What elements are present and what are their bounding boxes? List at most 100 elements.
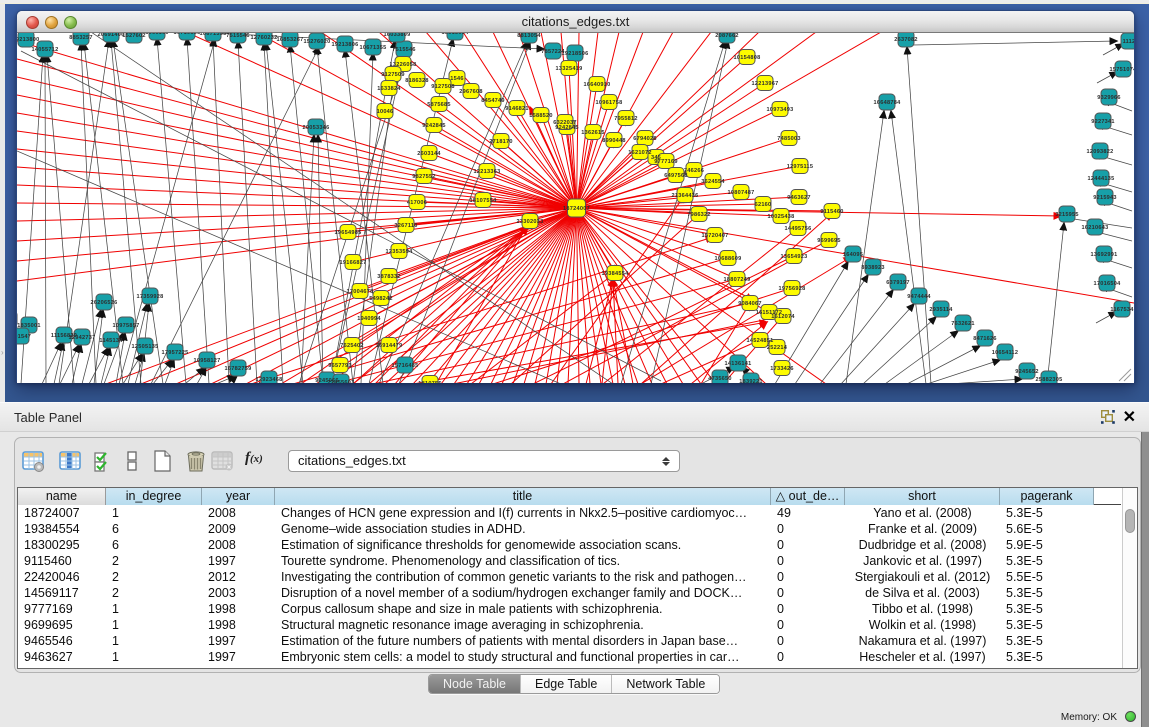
- svg-text:9127508: 9127508: [431, 84, 455, 90]
- svg-text:7515546: 7515546: [226, 33, 250, 39]
- svg-text:10975857: 10975857: [113, 323, 140, 329]
- svg-text:164095: 164095: [843, 252, 863, 258]
- svg-text:9474444: 9474444: [907, 294, 931, 300]
- svg-text:9657791: 9657791: [328, 363, 352, 369]
- svg-text:16914479: 16914479: [376, 343, 403, 349]
- svg-text:25882305: 25882305: [1036, 377, 1063, 383]
- svg-text:746266: 746266: [684, 168, 704, 174]
- svg-text:18724007: 18724007: [563, 206, 590, 212]
- svg-text:12923468: 12923468: [256, 377, 283, 383]
- svg-text:14495756: 14495756: [785, 226, 812, 232]
- svg-text:23302033: 23302033: [517, 219, 544, 225]
- svg-text:8454749: 8454749: [481, 98, 505, 104]
- svg-text:14055712: 14055712: [32, 47, 59, 53]
- svg-text:10719155: 10719155: [174, 33, 201, 36]
- svg-text:1839221: 1839221: [739, 379, 763, 383]
- svg-text:6379197: 6379197: [886, 280, 910, 286]
- svg-text:20691406: 20691406: [98, 33, 125, 38]
- svg-text:17359928: 17359928: [137, 294, 164, 300]
- svg-text:19166827: 19166827: [340, 260, 367, 266]
- svg-text:16210643: 16210643: [1082, 225, 1109, 231]
- svg-text:19213800: 19213800: [17, 37, 39, 43]
- svg-text:8471626: 8471626: [973, 336, 997, 342]
- svg-text:1633824: 1633824: [377, 86, 401, 92]
- svg-text:10961758: 10961758: [596, 100, 623, 106]
- svg-text:10025438: 10025438: [768, 214, 795, 220]
- svg-text:1546: 1546: [450, 76, 463, 82]
- svg-text:9084067: 9084067: [738, 301, 762, 307]
- svg-text:14136141: 14136141: [725, 361, 752, 367]
- svg-text:12444135: 12444135: [1088, 176, 1115, 182]
- svg-text:1612074: 1612074: [771, 314, 795, 320]
- svg-text:12505135: 12505135: [132, 344, 159, 350]
- svg-text:2637082: 2637082: [894, 37, 918, 43]
- svg-text:3878332: 3878332: [377, 274, 401, 280]
- svg-text:8853257: 8853257: [69, 35, 93, 41]
- svg-text:1167534: 1167534: [1110, 307, 1134, 313]
- svg-text:10973493: 10973493: [767, 107, 794, 113]
- svg-text:9115460: 9115460: [820, 209, 843, 215]
- svg-text:19384554: 19384554: [602, 271, 630, 277]
- svg-text:19213806: 19213806: [332, 42, 359, 48]
- svg-text:17957225: 17957225: [162, 350, 189, 356]
- svg-text:4735650: 4735650: [708, 376, 732, 382]
- svg-text:19218506: 19218506: [562, 51, 589, 57]
- svg-text:12942737: 12942737: [69, 335, 96, 341]
- svg-text:10807487: 10807487: [728, 190, 755, 196]
- svg-text:9146821: 9146821: [505, 106, 529, 112]
- svg-text:7515546: 7515546: [392, 47, 416, 53]
- svg-text:15720407: 15720407: [702, 233, 729, 239]
- svg-text:13325419: 13325419: [556, 66, 583, 72]
- svg-text:2935114: 2935114: [929, 307, 953, 313]
- svg-text:2718170: 2718170: [489, 139, 513, 145]
- svg-text:17004678: 17004678: [347, 289, 374, 295]
- svg-text:13226058: 13226058: [390, 62, 417, 68]
- svg-text:9242845: 9242845: [422, 123, 446, 129]
- svg-text:16853267: 16853267: [277, 37, 304, 43]
- svg-text:9463627: 9463627: [787, 195, 811, 201]
- svg-text:3215955: 3215955: [1055, 212, 1079, 218]
- svg-text:16640910: 16640910: [584, 82, 611, 88]
- svg-text:15276020: 15276020: [304, 39, 331, 45]
- svg-text:12353594: 12353594: [386, 249, 414, 255]
- svg-text:8938923: 8938923: [861, 265, 885, 271]
- svg-text:8966160: 8966160: [145, 33, 169, 36]
- svg-text:13654923: 13654923: [781, 254, 808, 260]
- svg-text:3267110: 3267110: [394, 223, 417, 229]
- svg-text:5875685: 5875685: [427, 102, 451, 108]
- svg-text:13692991: 13692991: [1091, 252, 1118, 258]
- svg-text:2967608: 2967608: [459, 89, 483, 95]
- svg-text:12213363: 12213363: [474, 169, 501, 175]
- svg-text:252214: 252214: [767, 345, 788, 351]
- svg-text:9329966: 9329966: [1097, 95, 1121, 101]
- svg-text:3624554: 3624554: [701, 179, 725, 185]
- svg-text:15751074: 15751074: [1110, 67, 1134, 73]
- svg-text:10688609: 10688609: [715, 256, 742, 262]
- svg-text:1527602: 1527602: [122, 33, 146, 39]
- svg-text:1362615: 1362615: [581, 130, 605, 136]
- svg-text:7955812: 7955812: [614, 116, 638, 122]
- svg-text:1940994: 1940994: [357, 316, 381, 322]
- svg-text:7986322: 7986322: [687, 212, 711, 218]
- svg-text:7485003: 7485003: [777, 136, 801, 142]
- svg-text:12975115: 12975115: [787, 164, 814, 170]
- svg-text:18107554: 18107554: [470, 198, 498, 204]
- svg-text:14524851: 14524851: [747, 338, 774, 344]
- svg-text:9245652: 9245652: [1015, 369, 1039, 375]
- svg-text:19756928: 19756928: [779, 286, 806, 292]
- svg-text:10671355: 10671355: [360, 45, 387, 51]
- svg-text:8186328: 8186328: [405, 78, 429, 84]
- svg-text:12093822: 12093822: [1087, 149, 1114, 155]
- svg-text:5498242: 5498242: [369, 296, 393, 302]
- svg-text:18313054: 18313054: [442, 33, 470, 36]
- svg-text:6794028: 6794028: [633, 136, 657, 142]
- svg-text:1588520: 1588520: [529, 113, 553, 119]
- svg-text:26206526: 26206526: [91, 300, 118, 306]
- svg-text:1835001: 1835001: [17, 323, 41, 329]
- svg-text:6322037: 6322037: [553, 120, 577, 126]
- svg-text:1621072: 1621072: [628, 150, 652, 156]
- svg-text:16782759: 16782759: [225, 366, 252, 372]
- svg-text:15716485: 15716485: [392, 363, 419, 369]
- svg-text:12213967: 12213967: [752, 81, 779, 87]
- svg-text:10046: 10046: [377, 109, 394, 115]
